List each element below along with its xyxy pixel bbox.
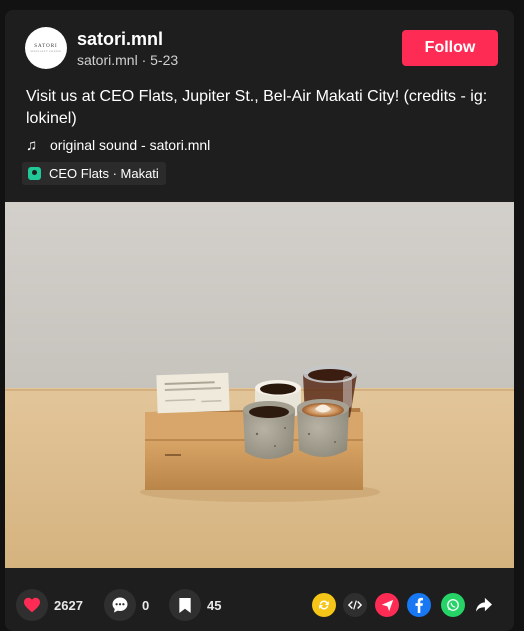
comment-button[interactable] <box>104 589 136 621</box>
comment-icon <box>112 597 128 613</box>
comment-action[interactable]: 0 <box>104 589 149 621</box>
code-brackets-glyph <box>348 600 362 610</box>
music-note-icon: ♫ <box>26 136 38 154</box>
post-header: SATORI SPECIALTY COFFEE satori.mnl sator… <box>5 10 514 200</box>
location-chip[interactable]: CEO Flats · Makati <box>22 162 166 185</box>
send-icon[interactable] <box>375 593 399 617</box>
save-action[interactable]: 45 <box>169 589 221 621</box>
whatsapp-glyph <box>447 599 459 611</box>
facebook-icon[interactable] <box>407 593 431 617</box>
post-caption: Visit us at CEO Flats, Jupiter St., Bel-… <box>26 88 488 127</box>
bookmark-icon <box>179 597 191 613</box>
author-username[interactable]: satori.mnl <box>77 29 163 50</box>
action-bar: 2627 0 45 <box>5 583 514 627</box>
repost-icon[interactable] <box>312 593 336 617</box>
comment-count: 0 <box>142 597 150 613</box>
heart-icon <box>24 597 40 613</box>
sound-link[interactable]: ♫ original sound - satori.mnl <box>26 135 210 155</box>
facebook-f-glyph <box>415 597 423 613</box>
paper-plane-glyph <box>381 599 393 611</box>
whatsapp-icon[interactable] <box>441 593 465 617</box>
author-handle[interactable]: satori.mnl <box>77 52 138 68</box>
like-button[interactable] <box>16 589 48 621</box>
video-player[interactable] <box>5 202 514 568</box>
like-count: 2627 <box>54 597 83 613</box>
save-count: 45 <box>207 597 222 613</box>
meta-separator: · <box>141 52 151 68</box>
post-date: 5-23 <box>150 52 179 68</box>
location-pin-icon <box>28 167 41 180</box>
share-arrow-icon[interactable] <box>472 593 496 617</box>
forward-arrow-glyph <box>476 597 492 612</box>
avatar-logo-subtext: SPECIALTY COFFEE <box>30 49 62 53</box>
avatar-logo-text: SATORI <box>34 43 58 49</box>
location-label: CEO Flats · Makati <box>49 166 159 181</box>
embed-icon[interactable] <box>343 593 367 617</box>
video-frame-image <box>5 202 514 568</box>
avatar[interactable]: SATORI SPECIALTY COFFEE <box>25 27 67 69</box>
post-card: SATORI SPECIALTY COFFEE satori.mnl sator… <box>5 10 514 631</box>
author-meta: satori.mnl · 5-23 <box>77 52 178 68</box>
follow-button[interactable]: Follow <box>402 30 498 66</box>
sound-label: original sound - satori.mnl <box>50 137 211 153</box>
repost-arrows-glyph <box>319 600 329 610</box>
save-button[interactable] <box>169 589 201 621</box>
like-action[interactable]: 2627 <box>16 589 83 621</box>
